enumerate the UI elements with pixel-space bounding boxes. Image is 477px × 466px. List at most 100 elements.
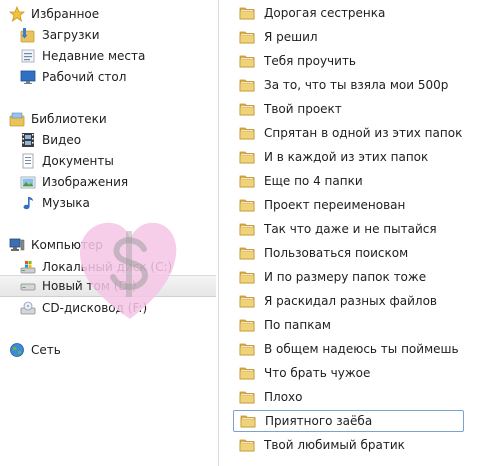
nav-item-label: CD-дисковод (F:) [42, 301, 148, 315]
folder-icon [239, 222, 255, 236]
folder-name: Проект переименован [264, 198, 406, 212]
folder-icon [239, 174, 255, 188]
nav-item-label: Локальный диск (C:) [42, 260, 173, 274]
nav-item-label: Музыка [42, 196, 90, 210]
folder-name: Я решил [264, 30, 318, 44]
folder-item[interactable]: Проект переименован [233, 194, 463, 216]
folder-icon [239, 270, 255, 284]
nav-item-label: Изображения [42, 175, 129, 189]
navigation-pane: Избранное Загрузки Недавние места Рабочи… [0, 0, 218, 466]
computer-icon [9, 237, 25, 253]
cd-drive-icon [20, 300, 36, 316]
nav-item-pictures[interactable]: Изображения [20, 171, 128, 193]
folder-icon [239, 390, 255, 404]
nav-item-drive-f[interactable]: CD-дисковод (F:) [20, 297, 147, 319]
nav-favorites[interactable]: Избранное [9, 3, 99, 25]
folder-item[interactable]: И по размеру папок тоже [233, 266, 463, 288]
downloads-folder-icon [20, 27, 36, 43]
nav-item-label: Видео [42, 133, 82, 147]
folder-item[interactable]: За то, что ты взяла мои 500р [233, 74, 463, 96]
folder-name: По папкам [264, 318, 331, 332]
hard-drive-icon [20, 278, 36, 294]
folder-item[interactable]: Твой проект [233, 98, 463, 120]
folder-name: Тебя проучить [264, 54, 357, 68]
folder-name: Спрятан в одной из этих папок [264, 126, 463, 140]
nav-item-label: Рабочий стол [42, 70, 127, 84]
folder-icon [239, 294, 255, 308]
nav-network-label: Сеть [31, 343, 61, 357]
folder-item[interactable]: Еще по 4 папки [233, 170, 463, 192]
folder-item[interactable]: Я решил [233, 26, 463, 48]
music-note-icon [20, 195, 36, 211]
folder-name: Приятного заёба [265, 414, 373, 428]
folder-list: Дорогая сестренка Я решил Тебя проучить За … [219, 0, 477, 466]
desktop-icon [20, 69, 36, 85]
folder-name: Еще по 4 папки [264, 174, 363, 188]
nav-computer[interactable]: Компьютер [9, 234, 103, 256]
folder-icon [239, 246, 255, 260]
folder-item[interactable]: Так что даже и не пытайся [233, 218, 463, 240]
folder-name: Дорогая сестренка [264, 6, 386, 20]
folder-name: За то, что ты взяла мои 500р [264, 78, 449, 92]
folder-icon [239, 102, 255, 116]
folder-name: И по размеру папок тоже [264, 270, 427, 284]
folder-icon [239, 198, 255, 212]
folder-item[interactable]: По папкам [233, 314, 463, 336]
libraries-icon [9, 111, 25, 127]
folder-item[interactable]: Пользоваться поиском [233, 242, 463, 264]
folder-name: Твой проект [264, 102, 342, 116]
folder-item[interactable]: Твой любимый братик [233, 434, 463, 456]
nav-item-label: Недавние места [42, 49, 146, 63]
folder-icon [239, 150, 255, 164]
folder-name: Твой любимый братик [264, 438, 405, 452]
pictures-library-icon [20, 174, 36, 190]
folder-item[interactable]: В общем надеюсь ты поймешь [233, 338, 463, 360]
nav-item-downloads[interactable]: Загрузки [20, 24, 100, 46]
nav-favorites-label: Избранное [31, 7, 100, 21]
folder-item[interactable]: Спрятан в одной из этих папок [233, 122, 463, 144]
nav-libraries-label: Библиотеки [31, 112, 107, 126]
folder-item[interactable]: Тебя проучить [233, 50, 463, 72]
system-drive-icon [20, 259, 36, 275]
folder-name: Что брать чужое [264, 366, 371, 380]
nav-item-label: Новый том (D:) [42, 279, 137, 293]
network-icon [9, 342, 25, 358]
documents-library-icon [20, 153, 36, 169]
nav-item-label: Документы [42, 154, 114, 168]
star-icon [9, 6, 25, 22]
nav-item-documents[interactable]: Документы [20, 150, 114, 172]
folder-name: Я раскидал разных файлов [264, 294, 437, 308]
folder-icon [239, 366, 255, 380]
folder-name: В общем надеюсь ты поймешь [264, 342, 459, 356]
nav-computer-label: Компьютер [31, 238, 103, 252]
folder-name: Пользоваться поиском [264, 246, 409, 260]
recent-places-icon [20, 48, 36, 64]
folder-icon [239, 438, 255, 452]
folder-icon [239, 78, 255, 92]
folder-name: И в каждой из этих папок [264, 150, 429, 164]
nav-item-videos[interactable]: Видео [20, 129, 81, 151]
folder-item[interactable]: Я раскидал разных файлов [233, 290, 463, 312]
folder-item[interactable]: Что брать чужое [233, 362, 463, 384]
nav-item-desktop[interactable]: Рабочий стол [20, 66, 126, 88]
folder-icon [239, 126, 255, 140]
folder-icon [239, 318, 255, 332]
folder-item[interactable]: Приятного заёба [233, 410, 464, 432]
nav-item-music[interactable]: Музыка [20, 192, 90, 214]
folder-item[interactable]: Дорогая сестренка [233, 2, 463, 24]
folder-icon [239, 342, 255, 356]
folder-icon [239, 30, 255, 44]
folder-icon [239, 54, 255, 68]
folder-name: Плохо [264, 390, 303, 404]
nav-item-drive-d[interactable]: Новый том (D:) [0, 275, 216, 297]
nav-network[interactable]: Сеть [9, 339, 61, 361]
video-library-icon [20, 132, 36, 148]
folder-item[interactable]: И в каждой из этих папок [233, 146, 463, 168]
folder-icon [240, 414, 256, 428]
folder-name: Так что даже и не пытайся [264, 222, 437, 236]
nav-libraries[interactable]: Библиотеки [9, 108, 107, 130]
folder-item[interactable]: Плохо [233, 386, 463, 408]
folder-icon [239, 6, 255, 20]
nav-item-label: Загрузки [42, 28, 100, 42]
nav-item-recent-places[interactable]: Недавние места [20, 45, 145, 67]
